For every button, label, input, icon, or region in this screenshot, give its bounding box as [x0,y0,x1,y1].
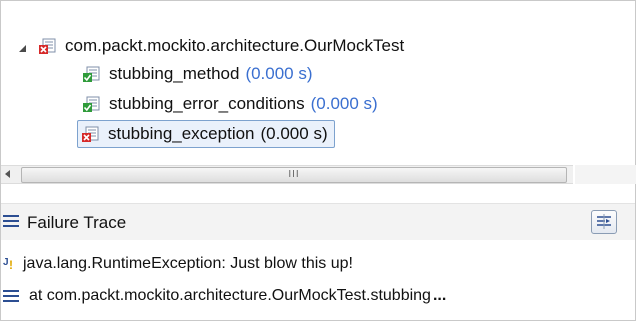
truncation-ellipsis: ... [432,287,447,304]
test-label: stubbing_method [109,64,240,83]
stack-trace-icon [3,214,19,228]
junit-view: com.packt.mockito.architecture.OurMockTe… [0,0,636,321]
failure-trace-title: Failure Trace [27,213,127,232]
junit-exception-icon: J ! [3,255,17,273]
test-label: stubbing_error_conditions [109,94,305,113]
trace-line-exception[interactable]: J ! java.lang.RuntimeException: Just blo… [3,255,353,273]
junit-test-error-icon [82,125,100,143]
scrollbar-thumb[interactable]: III [21,167,567,183]
test-time: (0.000 s) [245,64,313,83]
scroll-left-arrow-icon[interactable] [5,170,10,178]
test-row-stubbing-method[interactable]: stubbing_method (0.000 s) [83,62,313,86]
test-row-stubbing-error-conditions[interactable]: stubbing_error_conditions (0.000 s) [83,92,378,116]
exception-text: java.lang.RuntimeException: Just blow th… [23,255,353,272]
svg-text:J: J [3,257,9,268]
test-tree: com.packt.mockito.architecture.OurMockTe… [1,19,635,159]
stack-frame-text: at com.packt.mockito.architecture.OurMoc… [29,287,431,304]
test-time: (0.000 s) [310,94,378,113]
collapse-arrow-icon[interactable] [18,41,28,52]
horizontal-scrollbar[interactable]: III [1,165,573,184]
junit-test-passed-icon [83,95,101,113]
svg-text:!: ! [9,258,13,272]
test-time: (0.000 s) [260,124,328,143]
junit-test-passed-icon [83,65,101,83]
scrollbar-grip: III [288,169,300,180]
junit-suite-error-icon [39,37,57,55]
test-label: stubbing_exception [108,124,255,143]
trace-line-stack-frame[interactable]: at com.packt.mockito.architecture.OurMoc… [3,287,446,305]
compare-results-button[interactable] [591,210,617,234]
stack-frame-icon [3,289,19,303]
scrollbar-corner [575,165,636,184]
failure-trace-body: J ! java.lang.RuntimeException: Just blo… [1,241,635,320]
failure-trace-header: Failure Trace [1,203,635,240]
suite-label: com.packt.mockito.architecture.OurMockTe… [65,36,405,55]
suite-row[interactable]: com.packt.mockito.architecture.OurMockTe… [39,34,404,58]
compare-results-icon [597,214,611,229]
test-row-stubbing-exception[interactable]: stubbing_exception (0.000 s) [77,120,335,148]
